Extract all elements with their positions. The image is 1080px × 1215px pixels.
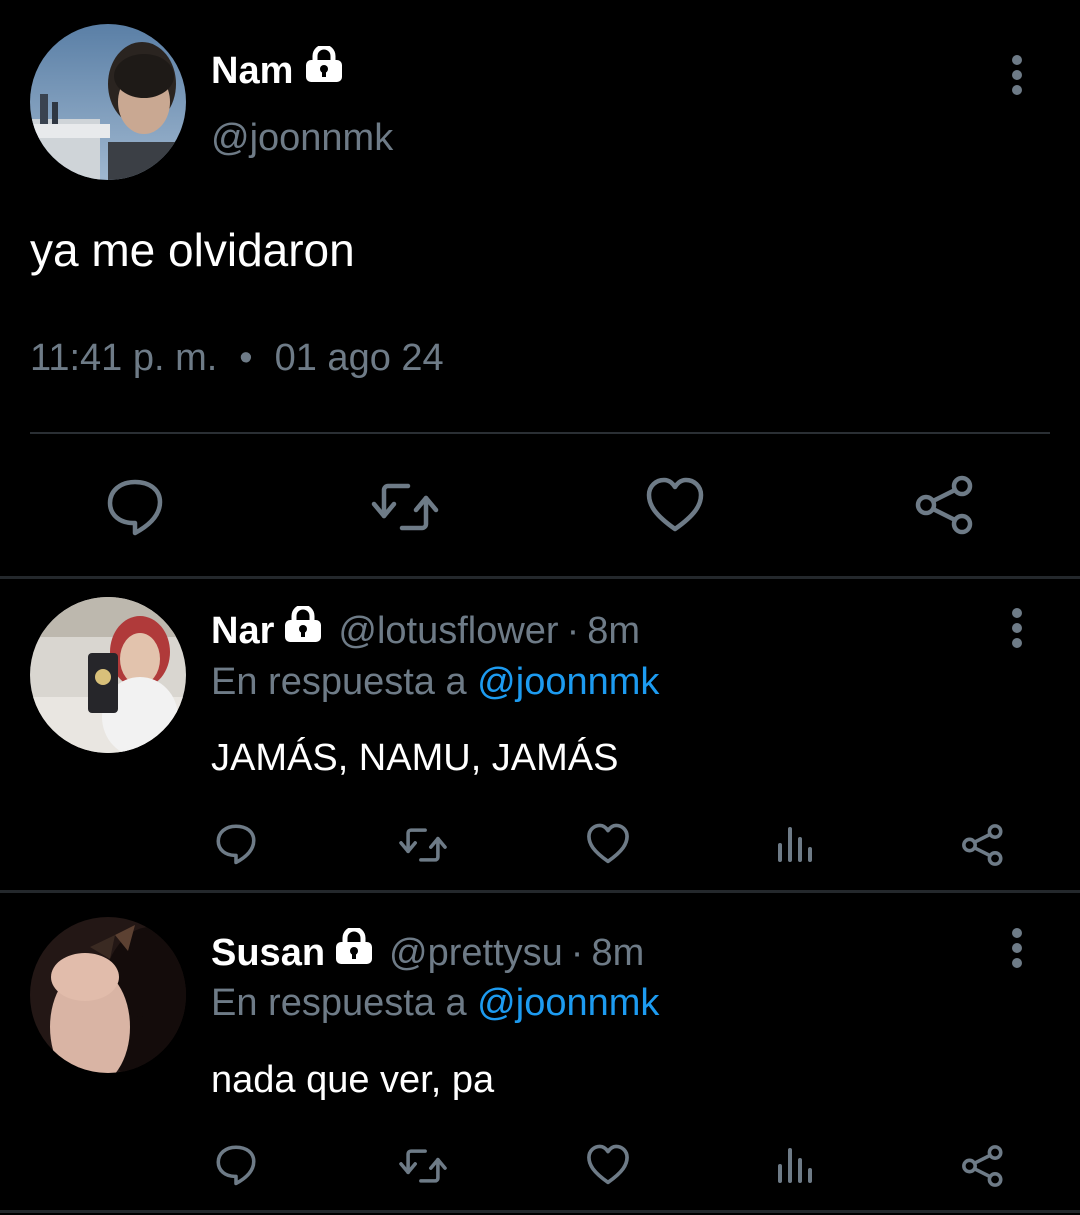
avatar-susan[interactable]: [30, 917, 186, 1073]
reply-header: Nar @lotusflower · 8m: [211, 604, 641, 656]
tweet-time: 11:41 p. m.: [30, 337, 218, 379]
retweet-icon: [399, 828, 447, 862]
analytics-icon: [778, 1148, 812, 1183]
reply-button[interactable]: [214, 822, 258, 866]
divider: [30, 432, 1050, 434]
heart-icon: [587, 1144, 629, 1185]
reply-context: En respuesta a @joonnmk: [211, 979, 659, 1027]
avatar-nam[interactable]: [30, 24, 186, 180]
author-handle[interactable]: @joonnmk: [211, 114, 393, 162]
reply-context: En respuesta a @joonnmk: [211, 658, 659, 706]
more-vertical-icon[interactable]: [997, 603, 1037, 653]
time-separator: ·: [570, 932, 584, 974]
reply-prefix: En respuesta a: [211, 982, 467, 1024]
lock-icon: [333, 926, 375, 978]
more-vertical-icon[interactable]: [997, 923, 1037, 973]
reply-icon: [216, 1145, 256, 1186]
reply-author-name[interactable]: Susan: [211, 929, 325, 977]
retweet-button[interactable]: [396, 823, 450, 867]
reply-author-handle[interactable]: @lotusflower: [338, 607, 558, 655]
analytics-button[interactable]: [776, 825, 814, 863]
author-name-row: Nam: [211, 44, 345, 96]
analytics-button[interactable]: [776, 1146, 814, 1184]
section-divider: [0, 576, 1080, 579]
like-button[interactable]: [645, 477, 705, 535]
lock-icon: [303, 44, 345, 96]
like-button[interactable]: [586, 1144, 630, 1187]
reply-button[interactable]: [104, 476, 166, 538]
analytics-icon: [778, 827, 812, 862]
reply-mention[interactable]: @joonnmk: [477, 982, 659, 1024]
share-icon: [915, 475, 973, 535]
retweet-icon: [371, 483, 439, 531]
reply-icon: [216, 824, 256, 865]
meta-separator: •: [239, 337, 253, 379]
reply-time: 8m: [591, 932, 645, 974]
tweet-text: ya me olvidaron: [30, 224, 355, 276]
section-divider: [0, 1210, 1080, 1213]
more-vertical-icon[interactable]: [997, 50, 1037, 100]
retweet-button[interactable]: [396, 1144, 450, 1188]
reply-text: nada que ver, pa: [211, 1059, 495, 1101]
reply-text: JAMÁS, NAMU, JAMÁS: [211, 737, 619, 779]
reply-time: 8m: [587, 610, 641, 652]
avatar-image: [30, 24, 186, 180]
share-button[interactable]: [914, 474, 976, 536]
avatar-image: [30, 917, 186, 1073]
reply-header: Susan @prettysu · 8m: [211, 926, 645, 978]
time-separator: ·: [566, 610, 580, 652]
reply-button[interactable]: [214, 1143, 258, 1187]
heart-icon: [587, 823, 629, 864]
retweet-icon: [399, 1149, 447, 1183]
like-button[interactable]: [586, 823, 630, 866]
share-button[interactable]: [961, 1144, 1005, 1188]
share-icon: [962, 824, 1003, 866]
reply-prefix: En respuesta a: [211, 661, 467, 703]
avatar-image: [30, 597, 186, 753]
avatar-nar[interactable]: [30, 597, 186, 753]
tweet-timestamp: 11:41 p. m. • 01 ago 24: [30, 334, 444, 382]
reply-icon: [107, 479, 163, 536]
share-button[interactable]: [961, 823, 1005, 867]
tweet-date: 01 ago 24: [274, 337, 444, 379]
section-divider: [0, 890, 1080, 893]
heart-icon: [646, 477, 704, 532]
reply-mention[interactable]: @joonnmk: [477, 661, 659, 703]
share-icon: [962, 1145, 1003, 1187]
lock-icon: [282, 604, 324, 656]
reply-author-name[interactable]: Nar: [211, 607, 274, 655]
retweet-button[interactable]: [368, 476, 442, 538]
reply-author-handle[interactable]: @prettysu: [389, 929, 563, 977]
author-name[interactable]: Nam: [211, 47, 293, 95]
